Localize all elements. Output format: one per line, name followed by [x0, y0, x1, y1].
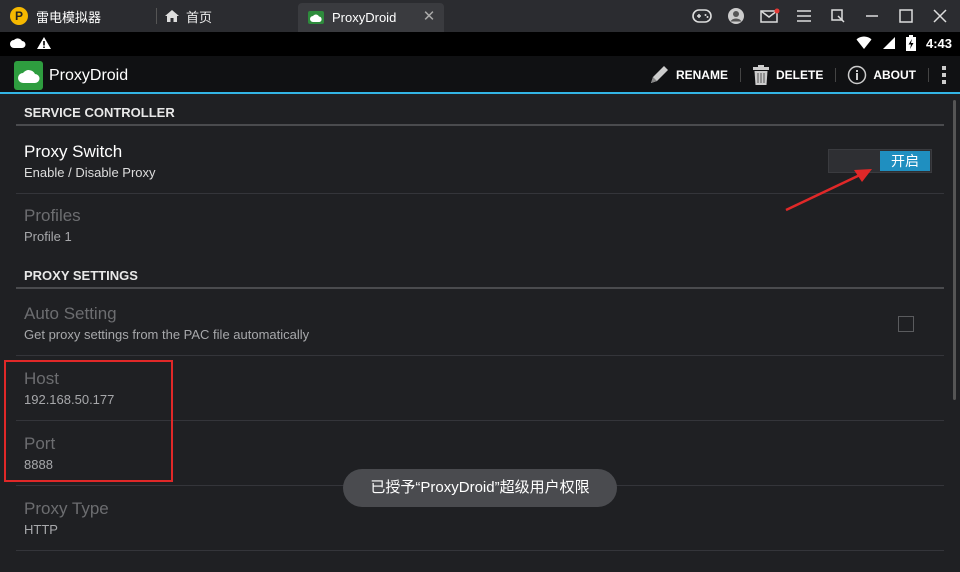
mail-icon[interactable]: [758, 5, 782, 27]
pref-proxy-type-summary: HTTP: [24, 522, 58, 537]
wifi-icon: [856, 36, 872, 49]
window-controls: [690, 5, 952, 27]
about-button[interactable]: ABOUT: [835, 56, 928, 94]
signal-icon: [882, 37, 895, 49]
emulator-logo-icon: P: [10, 7, 28, 25]
tab-home[interactable]: 首页: [164, 6, 212, 26]
section-service-controller: SERVICE CONTROLLER: [16, 96, 944, 126]
app-title: ProxyDroid: [49, 67, 129, 84]
minimize-icon[interactable]: [860, 5, 884, 27]
maximize-icon[interactable]: [894, 5, 918, 27]
cloud-notification-icon: [10, 38, 26, 48]
pref-proxy-switch-title: Proxy Switch: [24, 142, 123, 161]
status-time: 4:43: [925, 35, 952, 51]
account-icon[interactable]: [724, 5, 748, 27]
about-label: ABOUT: [873, 68, 916, 82]
toggle-on-label: 开启: [880, 151, 930, 171]
emulator-title-bar: P 雷电模拟器 首页 ProxyDroid ✕: [0, 0, 960, 32]
close-window-icon[interactable]: [928, 5, 952, 27]
scrollbar[interactable]: [953, 100, 956, 400]
battery-charging-icon: [905, 35, 916, 51]
section-proxy-settings: PROXY SETTINGS: [16, 259, 944, 289]
overflow-menu-icon[interactable]: [928, 56, 960, 94]
proxydroid-logo-icon: [14, 61, 43, 90]
android-status-bar: 4:43: [0, 32, 960, 56]
delete-label: DELETE: [775, 68, 824, 82]
app-action-bar: ProxyDroid RENAME DELETE ABOUT: [0, 56, 960, 94]
annotation-arrow: [785, 169, 872, 212]
mini-mode-icon[interactable]: [826, 5, 850, 27]
home-icon: [165, 10, 179, 22]
warning-icon: [37, 37, 51, 49]
info-icon: [848, 65, 867, 85]
trash-icon: [752, 65, 769, 85]
emulator-brand-label: 雷电模拟器: [36, 9, 102, 25]
menu-icon[interactable]: [792, 5, 816, 27]
annotation-highlight-box: [4, 360, 173, 482]
cloud-icon: [308, 11, 324, 24]
pencil-icon: [650, 66, 668, 83]
close-tab-icon[interactable]: ✕: [420, 8, 438, 26]
rename-label: RENAME: [675, 68, 728, 82]
gamepad-icon[interactable]: [690, 5, 714, 27]
emulator-brand[interactable]: P 雷电模拟器: [10, 6, 101, 26]
pref-auto-setting-summary: Get proxy settings from the PAC file aut…: [24, 327, 310, 342]
tab-proxydroid[interactable]: ProxyDroid ✕: [298, 3, 444, 32]
auto-setting-checkbox[interactable]: [898, 316, 914, 332]
tab-divider: [156, 8, 157, 24]
pref-auto-setting-title: Auto Setting: [24, 304, 117, 323]
delete-button[interactable]: DELETE: [739, 56, 835, 94]
pref-profiles-summary: Profile 1: [24, 229, 72, 244]
rename-button[interactable]: RENAME: [636, 56, 740, 94]
tab-proxydroid-label: ProxyDroid: [332, 10, 397, 25]
pref-auto-setting: Auto Setting Get proxy settings from the…: [16, 292, 944, 356]
superuser-toast: 已授予“ProxyDroid”超级用户权限: [343, 469, 617, 507]
tab-home-label: 首页: [186, 9, 213, 25]
